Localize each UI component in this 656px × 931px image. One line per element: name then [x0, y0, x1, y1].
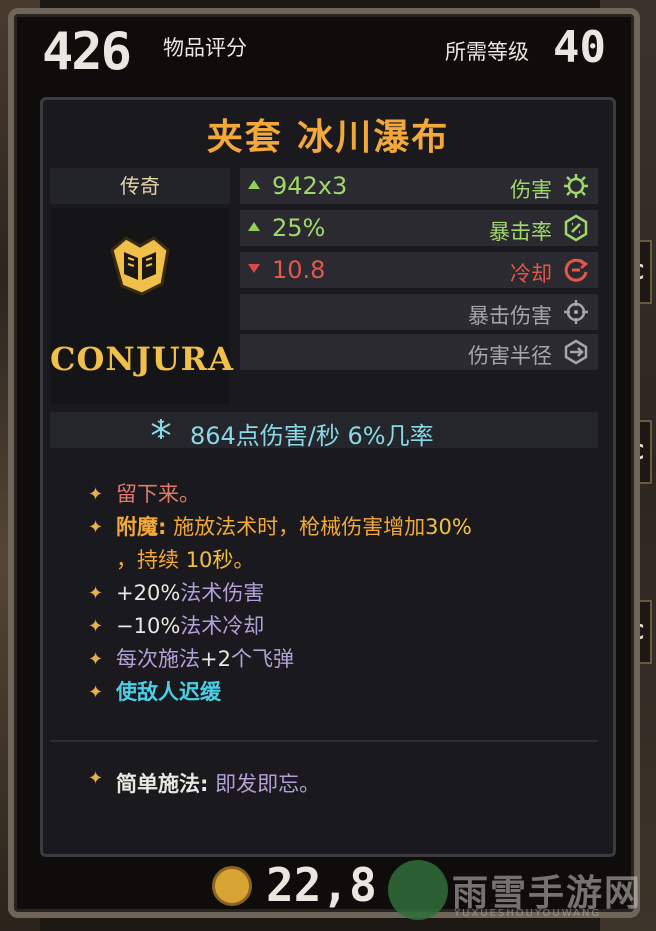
effect-value: +20% — [116, 581, 181, 605]
effect-item: ✦ 使敌人迟缓 — [86, 676, 586, 709]
sparkle-icon: ✦ — [88, 768, 104, 789]
sparkle-icon: ✦ — [88, 649, 104, 670]
effect-item: ✦ +20%法术伤害 — [86, 577, 586, 610]
stat-row-damage-radius: 伤害半径 — [240, 334, 598, 370]
stat-label: 冷却 — [510, 262, 552, 286]
stat-label: 伤害半径 — [468, 344, 552, 368]
manufacturer-name: CONJURA — [50, 340, 235, 378]
frost-icon — [151, 419, 171, 439]
item-price: 22,8 — [266, 858, 377, 912]
elemental-dps-bar: 864点伤害/秒 6%几率 — [50, 412, 598, 450]
effect-text: 法术伤害 — [180, 581, 265, 605]
sparkle-icon: ✦ — [88, 616, 104, 637]
manufacturer-logo-icon — [110, 236, 170, 296]
item-score-label: 物品评分 — [163, 36, 247, 60]
section-divider — [50, 740, 598, 742]
effect-text: 使敌人迟缓 — [116, 680, 221, 704]
effect-text: 即发即忘。 — [215, 772, 321, 796]
cooldown-icon — [564, 258, 589, 282]
watermark-subtext: YUXUESHOUYOUWANG — [454, 908, 602, 919]
damage-radius-icon — [564, 339, 588, 365]
effect-label: 简单施法: — [116, 772, 209, 796]
required-level: 40 — [553, 22, 606, 73]
effect-value: 10秒 — [185, 548, 234, 572]
increase-arrow-icon — [248, 222, 260, 231]
stat-value: 10.8 — [272, 256, 326, 284]
passive-effect: ✦ 简单施法: 即发即忘。 — [86, 768, 320, 798]
effect-text: ，持续 — [116, 548, 186, 572]
effect-text: 个飞弹 — [230, 647, 294, 671]
stat-value: 942x3 — [272, 172, 348, 200]
decrease-arrow-icon — [248, 264, 260, 273]
sparkle-icon: ✦ — [88, 682, 104, 703]
effect-text: 每次施法 — [116, 647, 200, 671]
item-score: 426 — [42, 22, 132, 82]
elemental-dps-text: 864点伤害/秒 6%几率 — [190, 422, 434, 450]
crit-chance-icon — [564, 214, 588, 242]
watermark-logo-icon — [388, 860, 448, 920]
effect-value: 30% — [425, 515, 472, 539]
effect-item: ✦ 每次施法+2个飞弹 — [86, 643, 586, 676]
stat-label: 暴击伤害 — [468, 304, 552, 328]
effect-value: −10% — [116, 614, 181, 638]
crit-damage-icon — [564, 300, 588, 324]
manufacturer-box: CONJURA — [50, 208, 235, 404]
effect-item: ✦ 附魔: 施放法术时，枪械伤害增加30% ，持续 10秒。 — [86, 511, 586, 577]
increase-arrow-icon — [248, 180, 260, 189]
damage-icon — [564, 174, 588, 198]
effect-label: 附魔: — [116, 515, 167, 539]
stat-label: 暴击率 — [489, 220, 552, 244]
effect-text: 留下来。 — [116, 482, 200, 506]
required-level-label: 所需等级 — [445, 40, 529, 64]
effect-item: ✦ 留下来。 — [86, 478, 586, 511]
stat-row-crit-damage: 暴击伤害 — [240, 294, 598, 330]
watermark: 雨雪手游网 YUXUESHOUYOUWANG — [388, 860, 656, 924]
stat-row-crit-chance: 25% 暴击率 — [240, 210, 598, 246]
item-effects-list: ✦ 留下来。 ✦ 附魔: 施放法术时，枪械伤害增加30% ，持续 10秒。 ✦ … — [86, 478, 586, 709]
sparkle-icon: ✦ — [88, 517, 104, 538]
stat-value: 25% — [272, 214, 326, 242]
stat-row-damage: 942x3 伤害 — [240, 168, 598, 204]
sparkle-icon: ✦ — [88, 484, 104, 505]
stat-label: 伤害 — [510, 178, 552, 202]
effect-value: +2 — [200, 647, 231, 671]
effect-text: 法术冷却 — [180, 614, 265, 638]
stat-row-cooldown: 10.8 冷却 — [240, 252, 598, 288]
sparkle-icon: ✦ — [88, 583, 104, 604]
item-name: 夹套 冰川瀑布 — [206, 117, 450, 158]
effect-item: ✦ −10%法术冷却 — [86, 610, 586, 643]
effect-text: 。 — [233, 548, 255, 572]
effect-text: 施放法术时，枪械伤害增加 — [173, 515, 426, 539]
currency-coin-icon — [212, 866, 252, 906]
item-rarity: 传奇 — [50, 168, 230, 204]
